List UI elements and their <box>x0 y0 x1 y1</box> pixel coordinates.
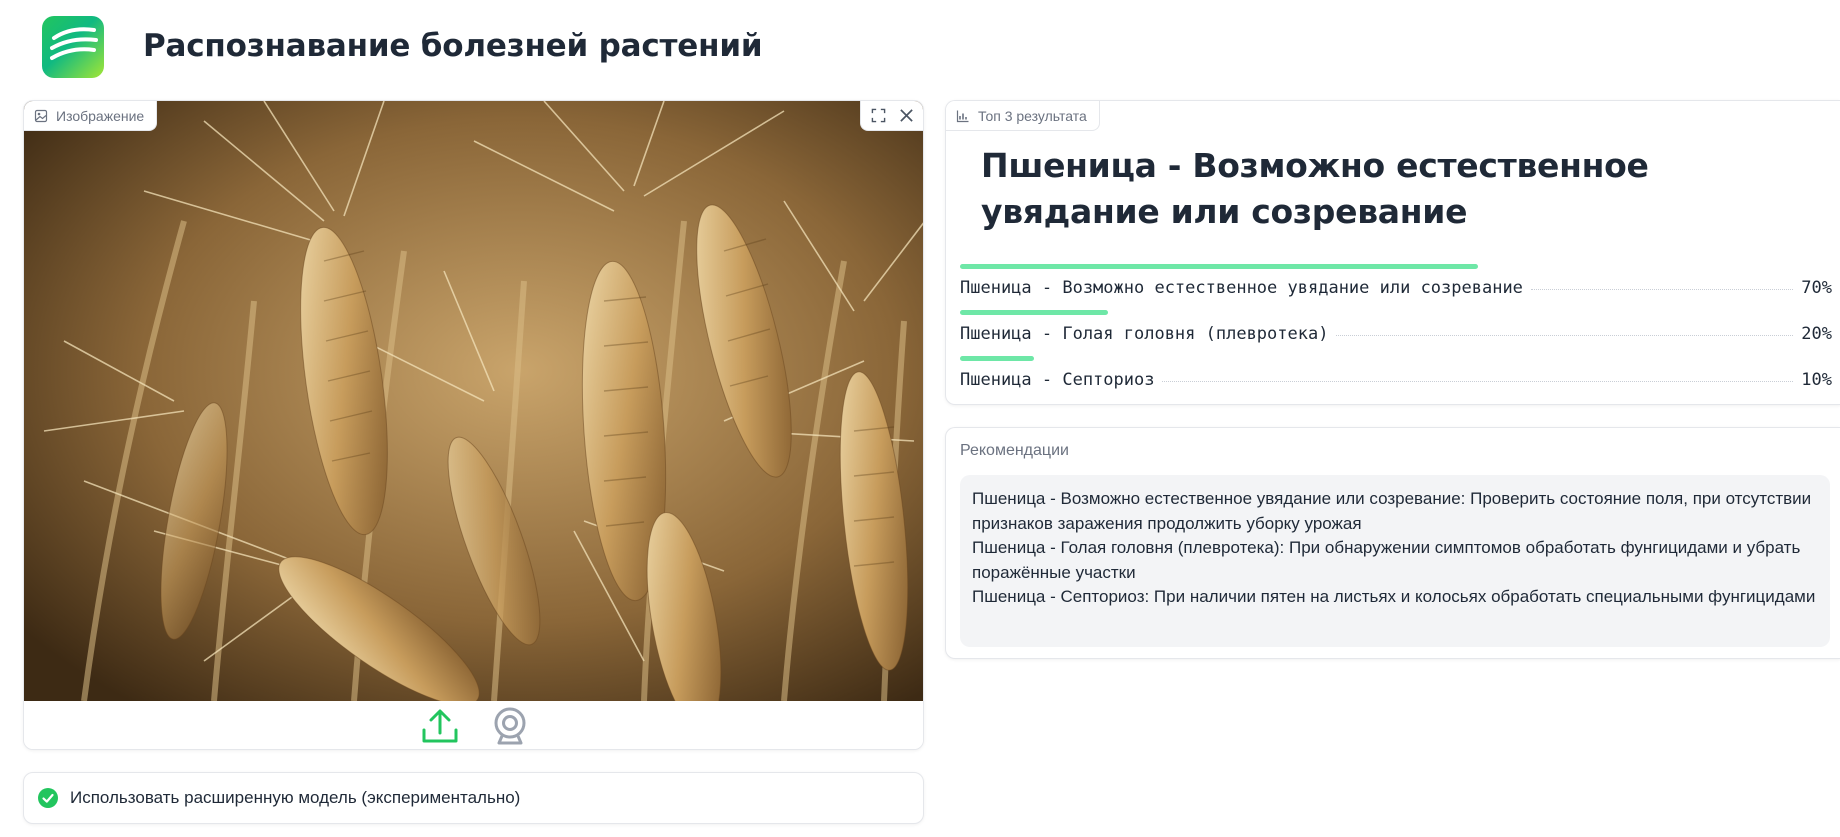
result-percent: 70% <box>1801 278 1832 298</box>
confidence-bar <box>960 264 1478 269</box>
app-logo <box>42 16 104 78</box>
result-leader-dots <box>1162 381 1794 382</box>
clear-image-button[interactable] <box>895 105 917 127</box>
result-row: Пшеница - Септориоз 10% <box>960 356 1832 402</box>
top-result-headline: Пшеница - Возможно естественное увядание… <box>981 146 1649 231</box>
recommendations-title: Рекомендации <box>960 442 1069 459</box>
image-tab-label: Изображение <box>56 107 145 124</box>
close-icon <box>899 109 913 122</box>
image-input-panel: Изображение <box>23 100 924 750</box>
result-leader-dots <box>1336 335 1794 336</box>
recommendations-text[interactable]: Пшеница - Возможно естественное увядание… <box>960 475 1830 647</box>
results-tab-label: Топ 3 результата <box>978 107 1087 124</box>
recommendations-panel: Рекомендации Пшеница - Возможно естестве… <box>945 427 1840 659</box>
result-percent: 10% <box>1801 370 1832 390</box>
result-list: Пшеница - Возможно естественное увядание… <box>960 264 1832 402</box>
upload-icon <box>422 709 457 743</box>
wheat-photo <box>24 101 923 701</box>
result-label: Пшеница - Голая головня (плевротека) <box>960 324 1329 344</box>
image-source-bar <box>24 701 923 749</box>
checkmark-icon <box>42 793 54 803</box>
result-label: Пшеница - Септориоз <box>960 370 1155 390</box>
bar-chart-icon <box>956 109 970 123</box>
webcam-icon <box>494 707 525 745</box>
confidence-bar <box>960 356 1034 361</box>
webcam-button[interactable] <box>489 705 531 747</box>
result-row: Пшеница - Голая головня (плевротека) 20% <box>960 310 1832 356</box>
page-title: Распознавание болезней растений <box>143 28 763 64</box>
advanced-model-label: Использовать расширенную модель (экспери… <box>70 788 521 807</box>
confidence-bar <box>960 310 1108 315</box>
fullscreen-icon <box>871 108 885 123</box>
uploaded-image[interactable] <box>24 101 923 701</box>
image-toolbar <box>860 101 923 131</box>
results-panel: Топ 3 результата Пшеница - Возможно есте… <box>945 100 1840 405</box>
image-tab: Изображение <box>24 101 158 131</box>
advanced-model-checkbox[interactable] <box>38 788 58 808</box>
recommendation-line: Пшеница - Септориоз: При наличии пятен н… <box>972 587 1816 606</box>
recommendation-line: Пшеница - Голая головня (плевротека): Пр… <box>972 538 1801 582</box>
recommendation-line: Пшеница - Возможно естественное увядание… <box>972 489 1812 533</box>
upload-button[interactable] <box>419 705 461 747</box>
image-icon <box>34 109 48 123</box>
result-row: Пшеница - Возможно естественное увядание… <box>960 264 1832 310</box>
result-label: Пшеница - Возможно естественное увядание… <box>960 278 1523 298</box>
results-tab: Топ 3 результата <box>946 101 1100 131</box>
advanced-model-option[interactable]: Использовать расширенную модель (экспери… <box>23 772 924 824</box>
result-percent: 20% <box>1801 324 1832 344</box>
app-logo-stripes-icon <box>50 27 98 60</box>
result-leader-dots <box>1530 289 1794 290</box>
fullscreen-button[interactable] <box>867 105 889 127</box>
